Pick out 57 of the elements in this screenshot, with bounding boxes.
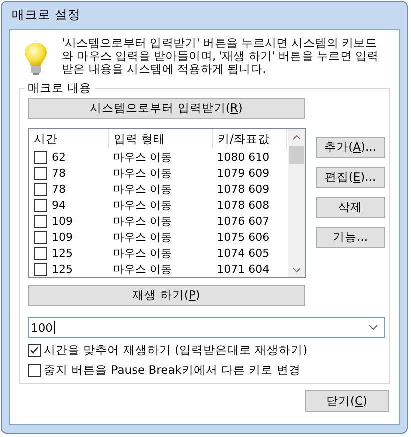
table-cell-text: 125	[51, 246, 74, 260]
table-cell-text: 1075 606	[216, 230, 271, 244]
table-cell-text: 1071 604	[216, 262, 271, 276]
checkbox[interactable]	[34, 214, 47, 228]
table-cell-text: 마우스 이동	[112, 214, 173, 228]
table-cell-text: 마우스 이동	[112, 166, 173, 180]
close-button[interactable]: 닫기(C)	[305, 390, 389, 412]
table-cell-text: 마우스 이동	[112, 198, 173, 212]
option-label: 중지 버튼을 Pause Break키에서 다른 키로 변경	[44, 363, 301, 378]
table-cell-text: 78	[51, 182, 67, 196]
table-cell-text: 1080 610	[216, 150, 271, 164]
info-text: '시스템으로부터 입력받기' 버튼을 누르시면 시스템의 키보드와 마우스 입력을 받아들이며, '재생 하기' 버튼을 누르면 입력받은 내용을 시스템에 적용하게 됩니다.	[62, 37, 380, 76]
table-cell-text: 1076 607	[216, 214, 271, 228]
checkbox[interactable]	[28, 344, 41, 357]
checkbox[interactable]	[34, 198, 47, 212]
side-button[interactable]: 편집(E)...	[316, 167, 385, 188]
checkbox[interactable]	[34, 230, 47, 244]
table-cell-text: 125	[51, 262, 74, 276]
macro-list[interactable]: 시간 입력 형태 키/좌표값 62 마우스 이동 1080 610 78 마우스 이동 1079 609 78 마우스 이동 1078 609 94 마우스 이동 1078 608 109 마우스 이동 1076 607 109 마우스 이동 1075 606 125 마우스 이동 1074 605 125 마우스 이동 1071 604	[28, 128, 306, 278]
table-cell-text: 1078 609	[216, 182, 271, 196]
record-button[interactable]: 시스템으로부터 입력받기(R)	[28, 98, 305, 119]
checkbox[interactable]	[28, 364, 41, 377]
table-cell-text: 마우스 이동	[112, 150, 173, 164]
side-button[interactable]: 삭제	[316, 197, 385, 218]
repeat-combo[interactable]: 100	[28, 317, 385, 338]
table-cell-text: 78	[51, 166, 67, 180]
checkbox[interactable]	[34, 150, 47, 164]
table-cell-text: 마우스 이동	[112, 246, 173, 260]
column-header[interactable]: 입력 형태	[109, 129, 213, 149]
column-header[interactable]: 시간	[29, 129, 109, 149]
window-title: 매크로 설정	[12, 7, 81, 24]
checkbox[interactable]	[34, 262, 47, 276]
side-button[interactable]: 추가(A)...	[316, 137, 385, 158]
table-cell-text: 마우스 이동	[112, 262, 173, 276]
dropdown-icon[interactable]	[369, 325, 378, 330]
table-cell-text: 1074 605	[216, 246, 271, 260]
scroll-thumb[interactable]	[289, 146, 304, 164]
play-button[interactable]: 재생 하기(P)	[28, 285, 305, 306]
checkbox[interactable]	[34, 246, 47, 260]
checkbox[interactable]	[34, 166, 47, 180]
table-cell-text: 마우스 이동	[112, 230, 173, 244]
checkbox[interactable]	[34, 182, 47, 196]
table-cell-text: 마우스 이동	[112, 182, 173, 196]
table-cell-text: 62	[51, 150, 67, 164]
table-cell-text: 1079 609	[216, 166, 271, 180]
option-label: 시간을 맞추어 재생하기 (입력받은대로 재생하기)	[44, 343, 308, 358]
table-cell-text: 109	[51, 230, 74, 244]
table-cell-text: 1078 608	[216, 198, 271, 212]
column-header[interactable]: 키/좌표값	[213, 129, 287, 149]
scroll-down-icon[interactable]	[292, 268, 300, 273]
scrollbar[interactable]	[288, 129, 305, 277]
scroll-up-icon[interactable]	[292, 135, 300, 140]
table-cell-text: 94	[51, 198, 67, 212]
side-button[interactable]: 기능...	[316, 227, 385, 248]
light-bulb-icon	[24, 42, 48, 76]
group-label: 매크로 내용	[25, 81, 95, 96]
table-cell-text: 109	[51, 214, 74, 228]
